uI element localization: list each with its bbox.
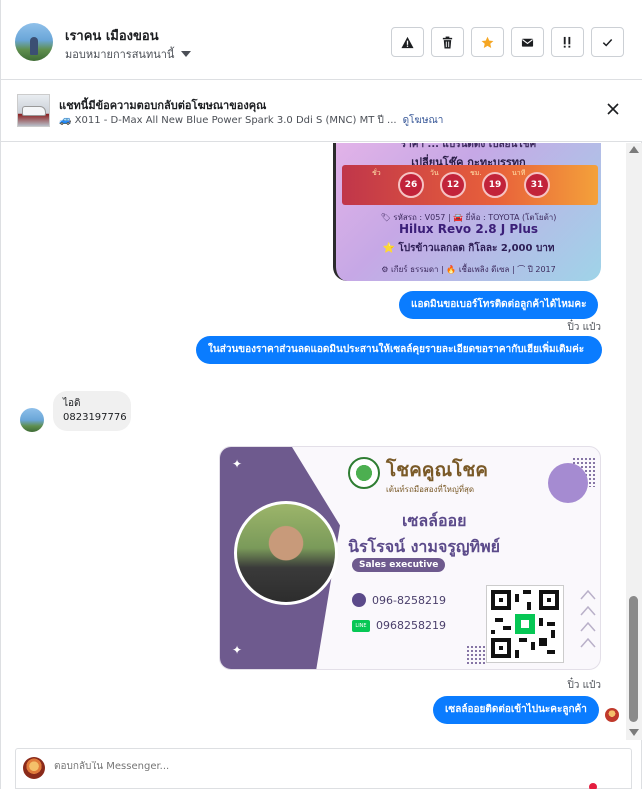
conversation-actions — [391, 27, 624, 57]
message-thread: ราคา ... แบรนด์ดัง เปลี่ยนโช๊ค เปลี่ยนโช… — [1, 143, 626, 740]
business-card-image[interactable]: ✦ ✦ โชคคูณโชค เต้นท์รถมือสองที่ใหญ่ที่สุ… — [219, 446, 601, 670]
sender-name: ปิ๋ว แป๋ว — [567, 322, 601, 333]
outgoing-message[interactable]: เซลล์ออยติดต่อเข้าไปนะคะลูกค้า — [433, 696, 599, 724]
star-button[interactable] — [471, 27, 504, 57]
sender-name: ปิ๋ว แป๋ว — [567, 680, 601, 691]
ad-subtitle: 🚙 X011 - D-Max All New Blue Power Spark … — [59, 113, 443, 128]
countdown-label: ชั่ว — [372, 169, 381, 177]
line-id: 0968258219 — [376, 619, 446, 632]
salesperson-name: นิรโรจน์ งามจรูญทิพย์ — [348, 537, 501, 556]
incoming-line: 0823197776 — [63, 412, 127, 423]
card-title: เซลล์ออย — [402, 511, 467, 530]
card-line-id: LINE 0968258219 — [352, 619, 446, 632]
qr-code — [486, 585, 564, 663]
salesperson-role: Sales executive — [352, 558, 446, 572]
countdown-value: 19 — [482, 172, 508, 198]
sparkle-icon: ✦ — [232, 643, 243, 657]
salesperson-photo — [234, 501, 338, 605]
ad-text: 🚙 X011 - D-Max All New Blue Power Spark … — [59, 115, 397, 126]
ad-reply-banner: แชทนี้มีข้อความตอบกลับต่อโฆษณาของคุณ 🚙 X… — [1, 80, 642, 142]
assign-conversation-dropdown[interactable]: มอบหมายการสนทนานี้ — [65, 45, 192, 63]
messenger-inbox-panel: เราคน เมืองขอน มอบหมายการสนทนานี้ แชทนี้… — [0, 0, 642, 789]
car-promo-line1: ราคา ... แบรนด์ดัง เปลี่ยนโช๊ค — [400, 143, 537, 150]
delete-button[interactable] — [431, 27, 464, 57]
card-phone: 096-8258219 — [352, 593, 446, 607]
brand-name: โชคคูณโชค — [386, 459, 488, 481]
ad-banner-title: แชทนี้มีข้อความตอบกลับต่อโฆษณาของคุณ — [59, 99, 267, 112]
envelope-icon — [521, 38, 534, 47]
view-ad-link[interactable]: ดูโฆษณา — [403, 113, 444, 128]
car-promo-text: ⭐ โปรข้าวแลกลด กิโลละ 2,000 บาท — [382, 243, 555, 254]
countdown-value: 31 — [524, 172, 550, 198]
contact-avatar[interactable] — [15, 23, 53, 61]
scrollbar-thumb[interactable] — [629, 596, 638, 722]
brand-tagline: เต้นท์รถมือสองที่ใหญ่ที่สุด — [386, 485, 475, 494]
check-icon — [602, 38, 613, 47]
reply-composer — [15, 748, 632, 789]
line-app-icon: LINE — [352, 619, 370, 632]
countdown-band: ชั่ว 26 วัน 12 ชม. 19 นาที 31 — [342, 165, 598, 205]
car-footer-specs: ⚙ เกียร์ ธรรมดา | 🔥 เชื้อเพลิง ดีเซล | ⌒… — [381, 265, 556, 274]
countdown-label: ชม. — [470, 169, 482, 177]
assign-label: มอบหมายการสนทนานี้ — [65, 48, 175, 61]
countdown-value: 12 — [440, 172, 466, 198]
contact-name[interactable]: เราคน เมืองขอน — [65, 25, 159, 46]
car-model: Hilux Revo 2.8 J Plus — [398, 222, 539, 236]
warning-icon — [401, 36, 414, 48]
star-icon — [481, 36, 494, 48]
close-icon — [607, 103, 619, 115]
follow-up-icon — [563, 36, 571, 48]
chevron-decor-icon — [580, 589, 596, 648]
phone-icon — [352, 593, 366, 607]
countdown-value: 26 — [398, 172, 424, 198]
mark-spam-button[interactable] — [391, 27, 424, 57]
reply-input[interactable] — [54, 761, 614, 772]
conversation-header: เราคน เมืองขอน มอบหมายการสนทนานี้ — [1, 0, 642, 80]
caret-down-icon — [181, 51, 192, 57]
scroll-down-icon[interactable] — [629, 729, 639, 736]
sparkle-icon: ✦ — [232, 457, 243, 471]
countdown-label: วัน — [430, 169, 439, 177]
phone-number: 096-8258219 — [372, 593, 446, 607]
countdown-label: นาที — [512, 169, 526, 177]
brand-logo-icon — [348, 457, 380, 489]
card-dots-decor — [466, 645, 486, 665]
notification-dot — [589, 783, 597, 789]
ad-thumbnail[interactable] — [17, 94, 50, 127]
qr-code-icon — [491, 590, 559, 658]
mark-done-button[interactable] — [591, 27, 624, 57]
car-promo-image[interactable]: ราคา ... แบรนด์ดัง เปลี่ยนโช๊ค เปลี่ยนโช… — [333, 143, 601, 281]
seen-indicator-avatar — [605, 708, 619, 722]
close-banner-button[interactable] — [604, 100, 622, 118]
incoming-message[interactable]: ไอดิ 0823197776 — [53, 391, 131, 431]
contact-avatar-small[interactable] — [20, 408, 44, 432]
scroll-up-icon[interactable] — [629, 146, 639, 153]
card-circle-decor — [548, 463, 588, 503]
mark-unread-button[interactable] — [511, 27, 544, 57]
trash-icon — [442, 36, 453, 48]
incoming-line: ไอดิ — [63, 398, 81, 409]
follow-up-button[interactable] — [551, 27, 584, 57]
page-avatar — [23, 757, 45, 779]
thread-scrollbar[interactable] — [626, 143, 642, 740]
outgoing-message[interactable]: ในส่วนของราคาส่วนลดแอดมินประสานให้เซลล์ค… — [196, 336, 602, 364]
outgoing-message[interactable]: แอดมินขอเบอร์โทรติดต่อลูกค้าได้ไหมคะ — [399, 291, 599, 319]
